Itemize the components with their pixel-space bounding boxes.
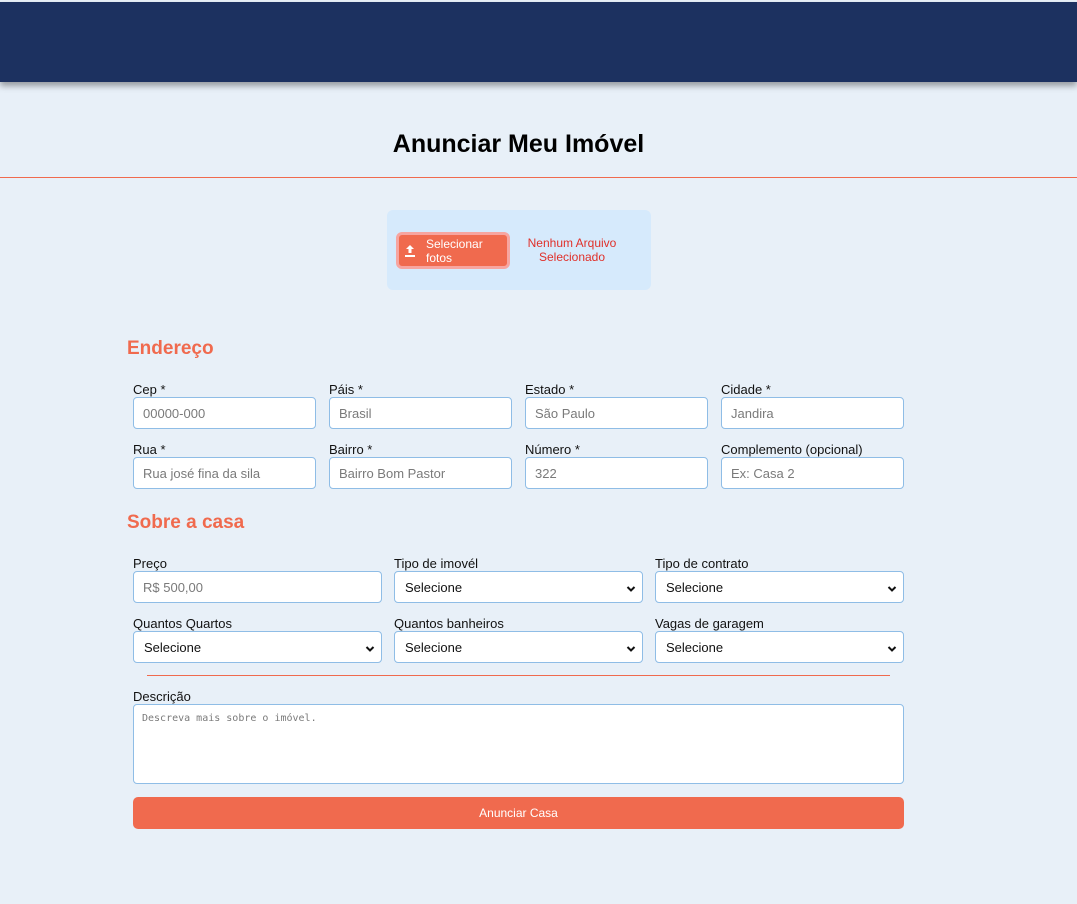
select-photos-button[interactable]: Selecionar fotos — [396, 232, 510, 269]
chevron-down-icon — [626, 642, 636, 652]
pais-label: Páis * — [329, 382, 363, 397]
chevron-down-icon — [887, 582, 897, 592]
rua-input[interactable] — [133, 457, 316, 489]
tipo-contrato-select[interactable]: Selecione — [655, 571, 904, 603]
cidade-label: Cidade * — [721, 382, 771, 397]
banheiros-label: Quantos banheiros — [394, 616, 504, 631]
quartos-select[interactable]: Selecione — [133, 631, 382, 663]
numero-label: Número * — [525, 442, 580, 457]
chevron-down-icon — [887, 642, 897, 652]
cidade-input[interactable] — [721, 397, 904, 429]
rua-label: Rua * — [133, 442, 166, 457]
page-title: Anunciar Meu Imóvel — [392, 130, 645, 158]
upload-status-text: Nenhum Arquivo Selecionado — [527, 236, 617, 264]
house-section-title: Sobre a casa — [127, 512, 245, 533]
numero-input[interactable] — [525, 457, 708, 489]
tipo-contrato-value: Selecione — [666, 579, 724, 595]
banheiros-select[interactable]: Selecione — [394, 631, 643, 663]
quartos-value: Selecione — [144, 639, 202, 655]
submit-listing-button[interactable]: Anunciar Casa — [133, 797, 904, 829]
vagas-value: Selecione — [666, 639, 724, 655]
vagas-label: Vagas de garagem — [655, 616, 764, 631]
title-divider — [0, 177, 1077, 178]
preco-input[interactable] — [133, 571, 382, 603]
vagas-select[interactable]: Selecione — [655, 631, 904, 663]
quartos-label: Quantos Quartos — [133, 616, 232, 631]
chevron-down-icon — [365, 642, 375, 652]
pais-input[interactable] — [329, 397, 512, 429]
complemento-label: Complemento (opcional) — [721, 442, 863, 457]
complemento-input[interactable] — [721, 457, 904, 489]
tipo-imovel-label: Tipo de imovél — [394, 556, 479, 571]
estado-input[interactable] — [525, 397, 708, 429]
cep-label: Cep * — [133, 382, 166, 397]
tipo-contrato-label: Tipo de contrato — [655, 556, 749, 571]
section-divider — [147, 675, 890, 676]
estado-label: Estado * — [525, 382, 575, 397]
descricao-label: Descrição — [133, 689, 191, 704]
descricao-textarea[interactable] — [133, 704, 904, 784]
top-navigation-bar — [0, 2, 1077, 82]
preco-label: Preço — [133, 556, 167, 571]
tipo-imovel-value: Selecione — [405, 579, 463, 595]
cep-input[interactable] — [133, 397, 316, 429]
address-section-title: Endereço — [127, 338, 214, 359]
bairro-label: Bairro * — [329, 442, 373, 457]
photo-upload-panel: Selecionar fotos Nenhum Arquivo Selecion… — [387, 210, 651, 290]
chevron-down-icon — [626, 582, 636, 592]
upload-icon — [403, 244, 417, 258]
bairro-input[interactable] — [329, 457, 512, 489]
banheiros-value: Selecione — [405, 639, 463, 655]
select-photos-label: Selecionar fotos — [426, 236, 483, 265]
tipo-imovel-select[interactable]: Selecione — [394, 571, 643, 603]
